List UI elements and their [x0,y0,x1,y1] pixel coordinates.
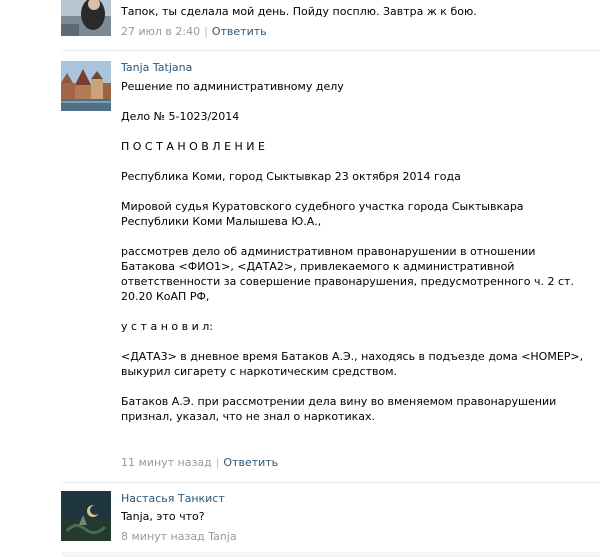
comment-divider [62,50,600,51]
reply-to-link[interactable]: Tanja [208,530,236,543]
comment-time[interactable]: 11 минут назад [121,456,212,469]
meta-separator: | [215,456,220,469]
comment-1: Тапок, ты сделала мой день. Пойду посплю… [0,0,600,50]
comment-time[interactable]: 27 июл в 2:40 [121,25,200,38]
comment-text: Решение по административному делу Дело №… [121,80,584,423]
comment-divider [62,482,600,483]
comment-time[interactable]: 8 минут назад [121,530,205,543]
comment-text: Tanja, это что? [121,510,205,523]
comment-text: Тапок, ты сделала мой день. Пойду посплю… [121,5,477,18]
reply-link[interactable]: Ответить [223,456,278,469]
comment-meta: 27 июл в 2:40 | Ответить [121,24,267,39]
comment-author[interactable]: Настасья Танкист [121,492,225,505]
avatar[interactable] [61,61,111,111]
comment-author[interactable]: Tanja Tatjana [121,61,192,74]
comment-meta: 11 минут назад | Ответить [121,455,278,470]
meta-separator: | [204,25,208,38]
comment-meta: 8 минут назад Tanja [121,529,237,544]
reply-box-edge [62,552,600,557]
reply-link[interactable]: Ответить [212,25,267,38]
avatar[interactable] [61,0,111,36]
avatar[interactable] [61,491,111,541]
